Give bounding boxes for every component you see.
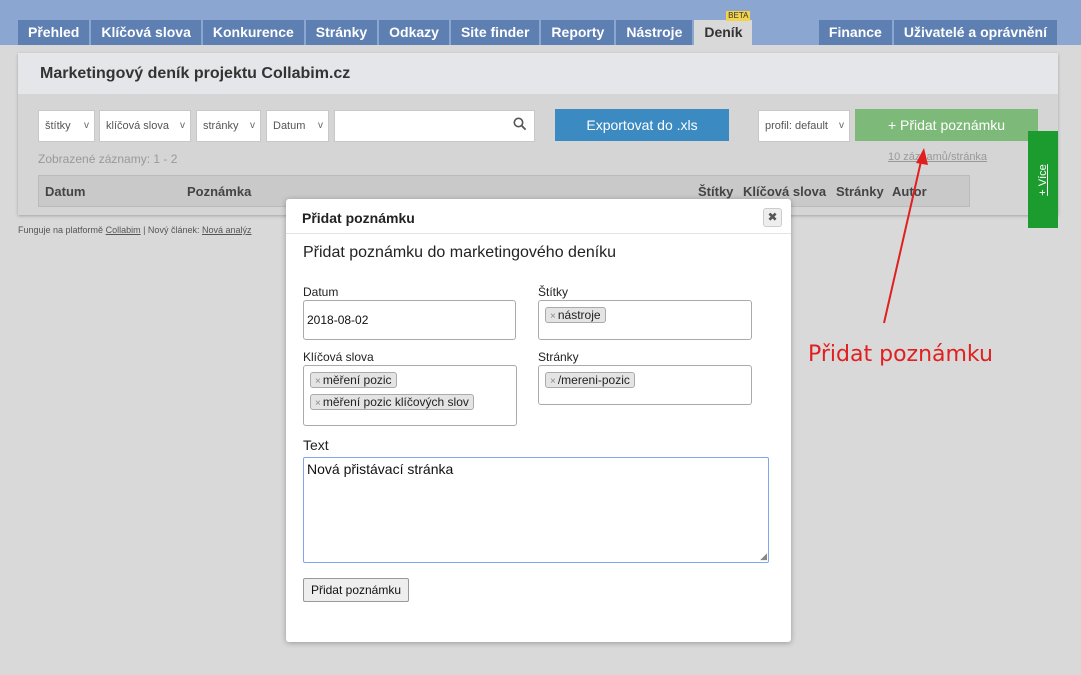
- tags-label: Štítky: [538, 285, 569, 299]
- footer-note: Funguje na platformě Collabim | Nový člá…: [18, 225, 252, 235]
- page-chip[interactable]: ×/mereni-pozic: [545, 372, 635, 388]
- tab-denik-label: Deník: [704, 24, 743, 40]
- dialog-divider: [286, 233, 791, 234]
- remove-chip-icon[interactable]: ×: [315, 376, 321, 387]
- right-tabs: Finance Uživatelé a oprávnění: [818, 20, 1059, 45]
- keyword-chip[interactable]: × měření pozic klíčových slov: [310, 394, 474, 410]
- tags-filter-label: štítky: [45, 120, 71, 132]
- date-input[interactable]: 2018-08-02: [303, 300, 516, 340]
- keyword-chip[interactable]: × měření pozic: [310, 372, 397, 388]
- tab-reporty[interactable]: Reporty: [541, 20, 615, 45]
- tab-uzivatele[interactable]: Uživatelé a oprávnění: [893, 20, 1057, 45]
- pages-label: Stránky: [538, 350, 579, 364]
- chevron-down-icon: v: [180, 120, 185, 131]
- more-side-tab-label: + Více: [1037, 163, 1049, 196]
- annotation-label: Přidat poznámku: [808, 342, 993, 367]
- chevron-down-icon: v: [250, 120, 255, 131]
- keyword-chip-label: měření pozic: [322, 373, 392, 387]
- profile-select-label: profil: default: [765, 120, 828, 132]
- tab-denik[interactable]: Deník BETA: [694, 11, 753, 45]
- date-filter-label: Datum: [273, 120, 306, 132]
- tab-odkazy[interactable]: Odkazy: [379, 20, 449, 45]
- profile-select[interactable]: profil: default v: [758, 110, 850, 142]
- tab-konkurence[interactable]: Konkurence: [202, 20, 304, 45]
- search-icon[interactable]: [513, 117, 527, 131]
- tab-finance[interactable]: Finance: [818, 20, 892, 45]
- chevron-down-icon: v: [839, 120, 844, 131]
- tab-klicova-slova[interactable]: Klíčová slova: [91, 20, 201, 45]
- resize-handle-icon[interactable]: ◢: [760, 551, 767, 562]
- beta-badge: BETA: [726, 11, 751, 21]
- date-filter-select[interactable]: Datum v: [266, 110, 329, 142]
- tag-chip-label: nástroje: [557, 308, 601, 322]
- footer-prefix: Funguje na platformě: [18, 225, 104, 235]
- footer-platform-link[interactable]: Collabim: [106, 225, 141, 235]
- remove-chip-icon[interactable]: ×: [315, 398, 321, 409]
- diary-panel: Marketingový deník projektu Collabim.cz …: [18, 53, 1058, 215]
- per-page-link[interactable]: 10 záznamů/stránka: [888, 151, 987, 163]
- footer-mid: | Nový článek:: [140, 225, 200, 235]
- date-input-value: 2018-08-02: [307, 313, 369, 327]
- tag-chip[interactable]: × nástroje: [545, 307, 606, 323]
- chevron-down-icon: v: [318, 120, 323, 131]
- keywords-filter-select[interactable]: klíčová slova v: [99, 110, 191, 142]
- remove-chip-icon[interactable]: ×: [550, 311, 556, 322]
- tab-nastroje[interactable]: Nástroje: [616, 20, 693, 45]
- dialog-title: Přidat poznámku: [302, 210, 415, 226]
- dialog-subtitle: Přidat poznámku do marketingového deníku: [303, 244, 617, 261]
- tab-stranky[interactable]: Stránky: [305, 20, 378, 45]
- date-label: Datum: [303, 285, 339, 299]
- text-label: Text: [303, 437, 329, 453]
- column-keywords[interactable]: Klíčová slova: [743, 184, 826, 199]
- tags-filter-select[interactable]: štítky v: [38, 110, 95, 142]
- close-icon[interactable]: ✖: [763, 208, 782, 227]
- remove-chip-icon[interactable]: ×: [550, 376, 556, 387]
- shown-records-count: Zobrazené záznamy: 1 - 2: [38, 152, 178, 166]
- note-textarea-value: Nová přistávací stránka: [307, 461, 454, 477]
- pages-input[interactable]: ×/mereni-pozic: [538, 365, 752, 405]
- column-pages[interactable]: Stránky: [836, 184, 884, 199]
- more-side-tab[interactable]: + Více: [1028, 131, 1058, 228]
- chevron-down-icon: v: [84, 120, 89, 131]
- note-textarea[interactable]: Nová přistávací stránka ◢: [303, 457, 769, 563]
- main-tabs: Přehled Klíčová slova Konkurence Stránky…: [18, 11, 754, 45]
- keywords-filter-label: klíčová slova: [106, 120, 169, 132]
- tags-input[interactable]: × nástroje: [538, 300, 752, 340]
- column-note[interactable]: Poznámka: [187, 184, 251, 199]
- pages-filter-label: stránky: [203, 120, 239, 132]
- submit-note-button[interactable]: Přidat poznámku: [303, 578, 409, 602]
- keywords-input[interactable]: × měření pozic × měření pozic klíčových sl…: [303, 365, 517, 426]
- tab-prehled[interactable]: Přehled: [18, 20, 90, 45]
- export-xls-button[interactable]: Exportovat do .xls: [555, 109, 729, 141]
- add-note-dialog: Přidat poznámku ✖ Přidat poznámku do mar…: [286, 199, 791, 642]
- top-navigation: Přehled Klíčová slova Konkurence Stránky…: [0, 0, 1081, 45]
- column-tags[interactable]: Štítky: [698, 184, 733, 199]
- column-author[interactable]: Autor: [892, 184, 927, 199]
- add-note-button[interactable]: + Přidat poznámku: [855, 109, 1038, 141]
- column-date[interactable]: Datum: [45, 184, 85, 199]
- page-title: Marketingový deník projektu Collabim.cz: [18, 53, 1058, 94]
- search-input[interactable]: [334, 110, 535, 142]
- pages-filter-select[interactable]: stránky v: [196, 110, 261, 142]
- keywords-label: Klíčová slova: [303, 350, 374, 364]
- keyword-chip-label: měření pozic klíčových slov: [322, 395, 469, 409]
- tab-site-finder[interactable]: Site finder: [450, 20, 540, 45]
- footer-article-link[interactable]: Nová analýz: [202, 225, 252, 235]
- page-chip-label: /mereni-pozic: [557, 373, 630, 387]
